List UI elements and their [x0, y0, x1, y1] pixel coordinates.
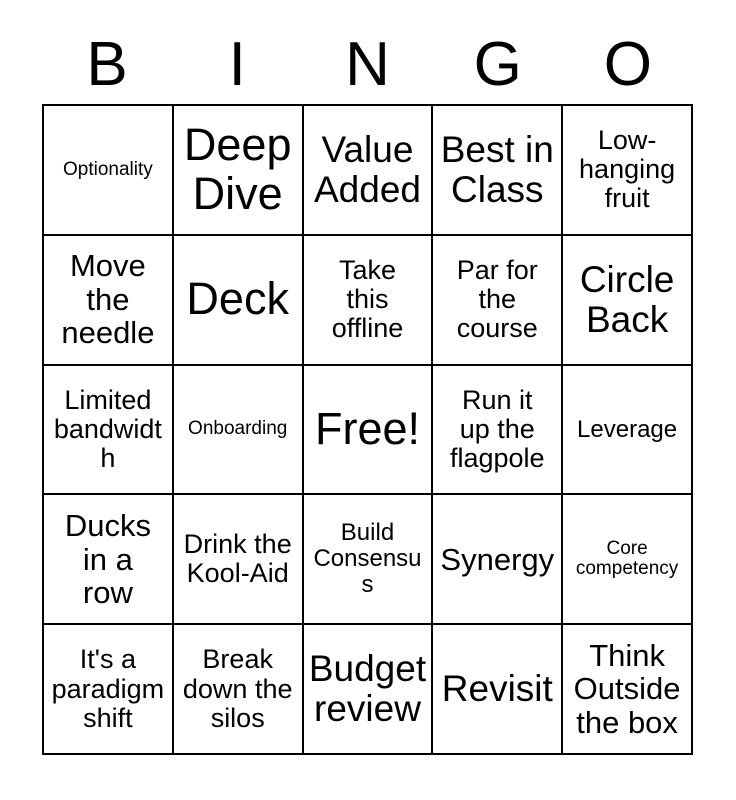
bingo-cell[interactable]: It's a paradigm shift	[44, 625, 174, 755]
bingo-cell-label: Budget review	[308, 648, 427, 730]
bingo-cell-label: Synergy	[440, 541, 555, 577]
header-letter-g: G	[473, 30, 522, 99]
bingo-cell-label: Limited bandwidth	[53, 384, 162, 474]
header-letter-b: B	[86, 30, 128, 99]
bingo-cell-label: Run it up the flagpole	[449, 384, 545, 474]
header-letter-n: N	[345, 30, 390, 99]
bingo-cell-label: Low- hanging fruit	[579, 125, 676, 214]
bingo-cell[interactable]: Build Consensus	[303, 495, 434, 626]
bingo-cell-label: Think Outside the box	[573, 637, 681, 740]
bingo-header: B I N G O	[42, 26, 693, 104]
bingo-cell[interactable]: Ducks in a row	[44, 495, 174, 626]
bingo-cell-label: Break down the silos	[182, 644, 293, 733]
bingo-cell[interactable]: Deck	[173, 235, 304, 366]
bingo-cell[interactable]: Best in Class	[433, 106, 564, 236]
bingo-cell-label: Ducks in a row	[64, 508, 151, 611]
bingo-cell[interactable]: Onboarding	[173, 365, 304, 496]
bingo-cell-label: It's a paradigm shift	[51, 644, 165, 733]
bingo-cell[interactable]: Leverage	[563, 365, 693, 496]
bingo-grid: Optionality Deep Dive Value Added Best in C…	[42, 104, 693, 755]
bingo-cell[interactable]: Budget review	[303, 625, 434, 755]
bingo-cell-label: Move the needle	[61, 248, 155, 351]
bingo-cell[interactable]: Drink the Kool-Aid	[173, 495, 304, 626]
bingo-cell[interactable]: Circle Back	[563, 235, 693, 366]
bingo-cell-label: Free!	[314, 403, 420, 455]
bingo-cell-label: Deep Dive	[183, 119, 292, 219]
bingo-cell[interactable]: Value Added	[303, 106, 434, 236]
bingo-cell[interactable]: Revisit	[433, 625, 564, 755]
bingo-cell-label: Circle Back	[579, 258, 675, 340]
bingo-cell-label: Revisit	[441, 668, 553, 710]
bingo-cell-label: Best in Class	[440, 128, 554, 210]
bingo-cell[interactable]: Optionality	[44, 106, 174, 236]
bingo-cell[interactable]: Par for the course	[433, 235, 564, 366]
bingo-cell-label: Build Consensus	[313, 519, 422, 599]
bingo-cell-label: Core competency	[575, 537, 679, 580]
bingo-cell[interactable]: Run it up the flagpole	[433, 365, 564, 496]
bingo-cell-label: Take this offline	[331, 254, 404, 344]
bingo-cell[interactable]: Limited bandwidth	[44, 365, 174, 496]
bingo-cell-label: Deck	[186, 273, 289, 325]
bingo-cell[interactable]: Free!	[303, 365, 434, 496]
bingo-cell[interactable]: Deep Dive	[173, 106, 304, 236]
bingo-cell-label: Optionality	[63, 158, 153, 180]
bingo-cell[interactable]: Synergy	[433, 495, 564, 626]
bingo-cell[interactable]: Low- hanging fruit	[563, 106, 693, 236]
bingo-cell[interactable]: Core competency	[563, 495, 693, 626]
bingo-cell[interactable]: Take this offline	[303, 235, 434, 366]
header-letter-o: O	[603, 30, 652, 99]
bingo-cell-label: Par for the course	[456, 254, 538, 344]
bingo-cell-label: Value Added	[313, 128, 421, 210]
bingo-cell[interactable]: Move the needle	[44, 235, 174, 366]
bingo-cell-label: Leverage	[577, 415, 678, 443]
header-letter-i: I	[228, 30, 246, 99]
bingo-cell-label: Drink the Kool-Aid	[183, 529, 292, 589]
bingo-cell[interactable]: Think Outside the box	[563, 625, 693, 755]
bingo-cell[interactable]: Break down the silos	[173, 625, 304, 755]
bingo-card: B I N G O Optionality Deep Dive Value Adde…	[0, 0, 736, 800]
bingo-cell-label: Onboarding	[188, 418, 288, 440]
